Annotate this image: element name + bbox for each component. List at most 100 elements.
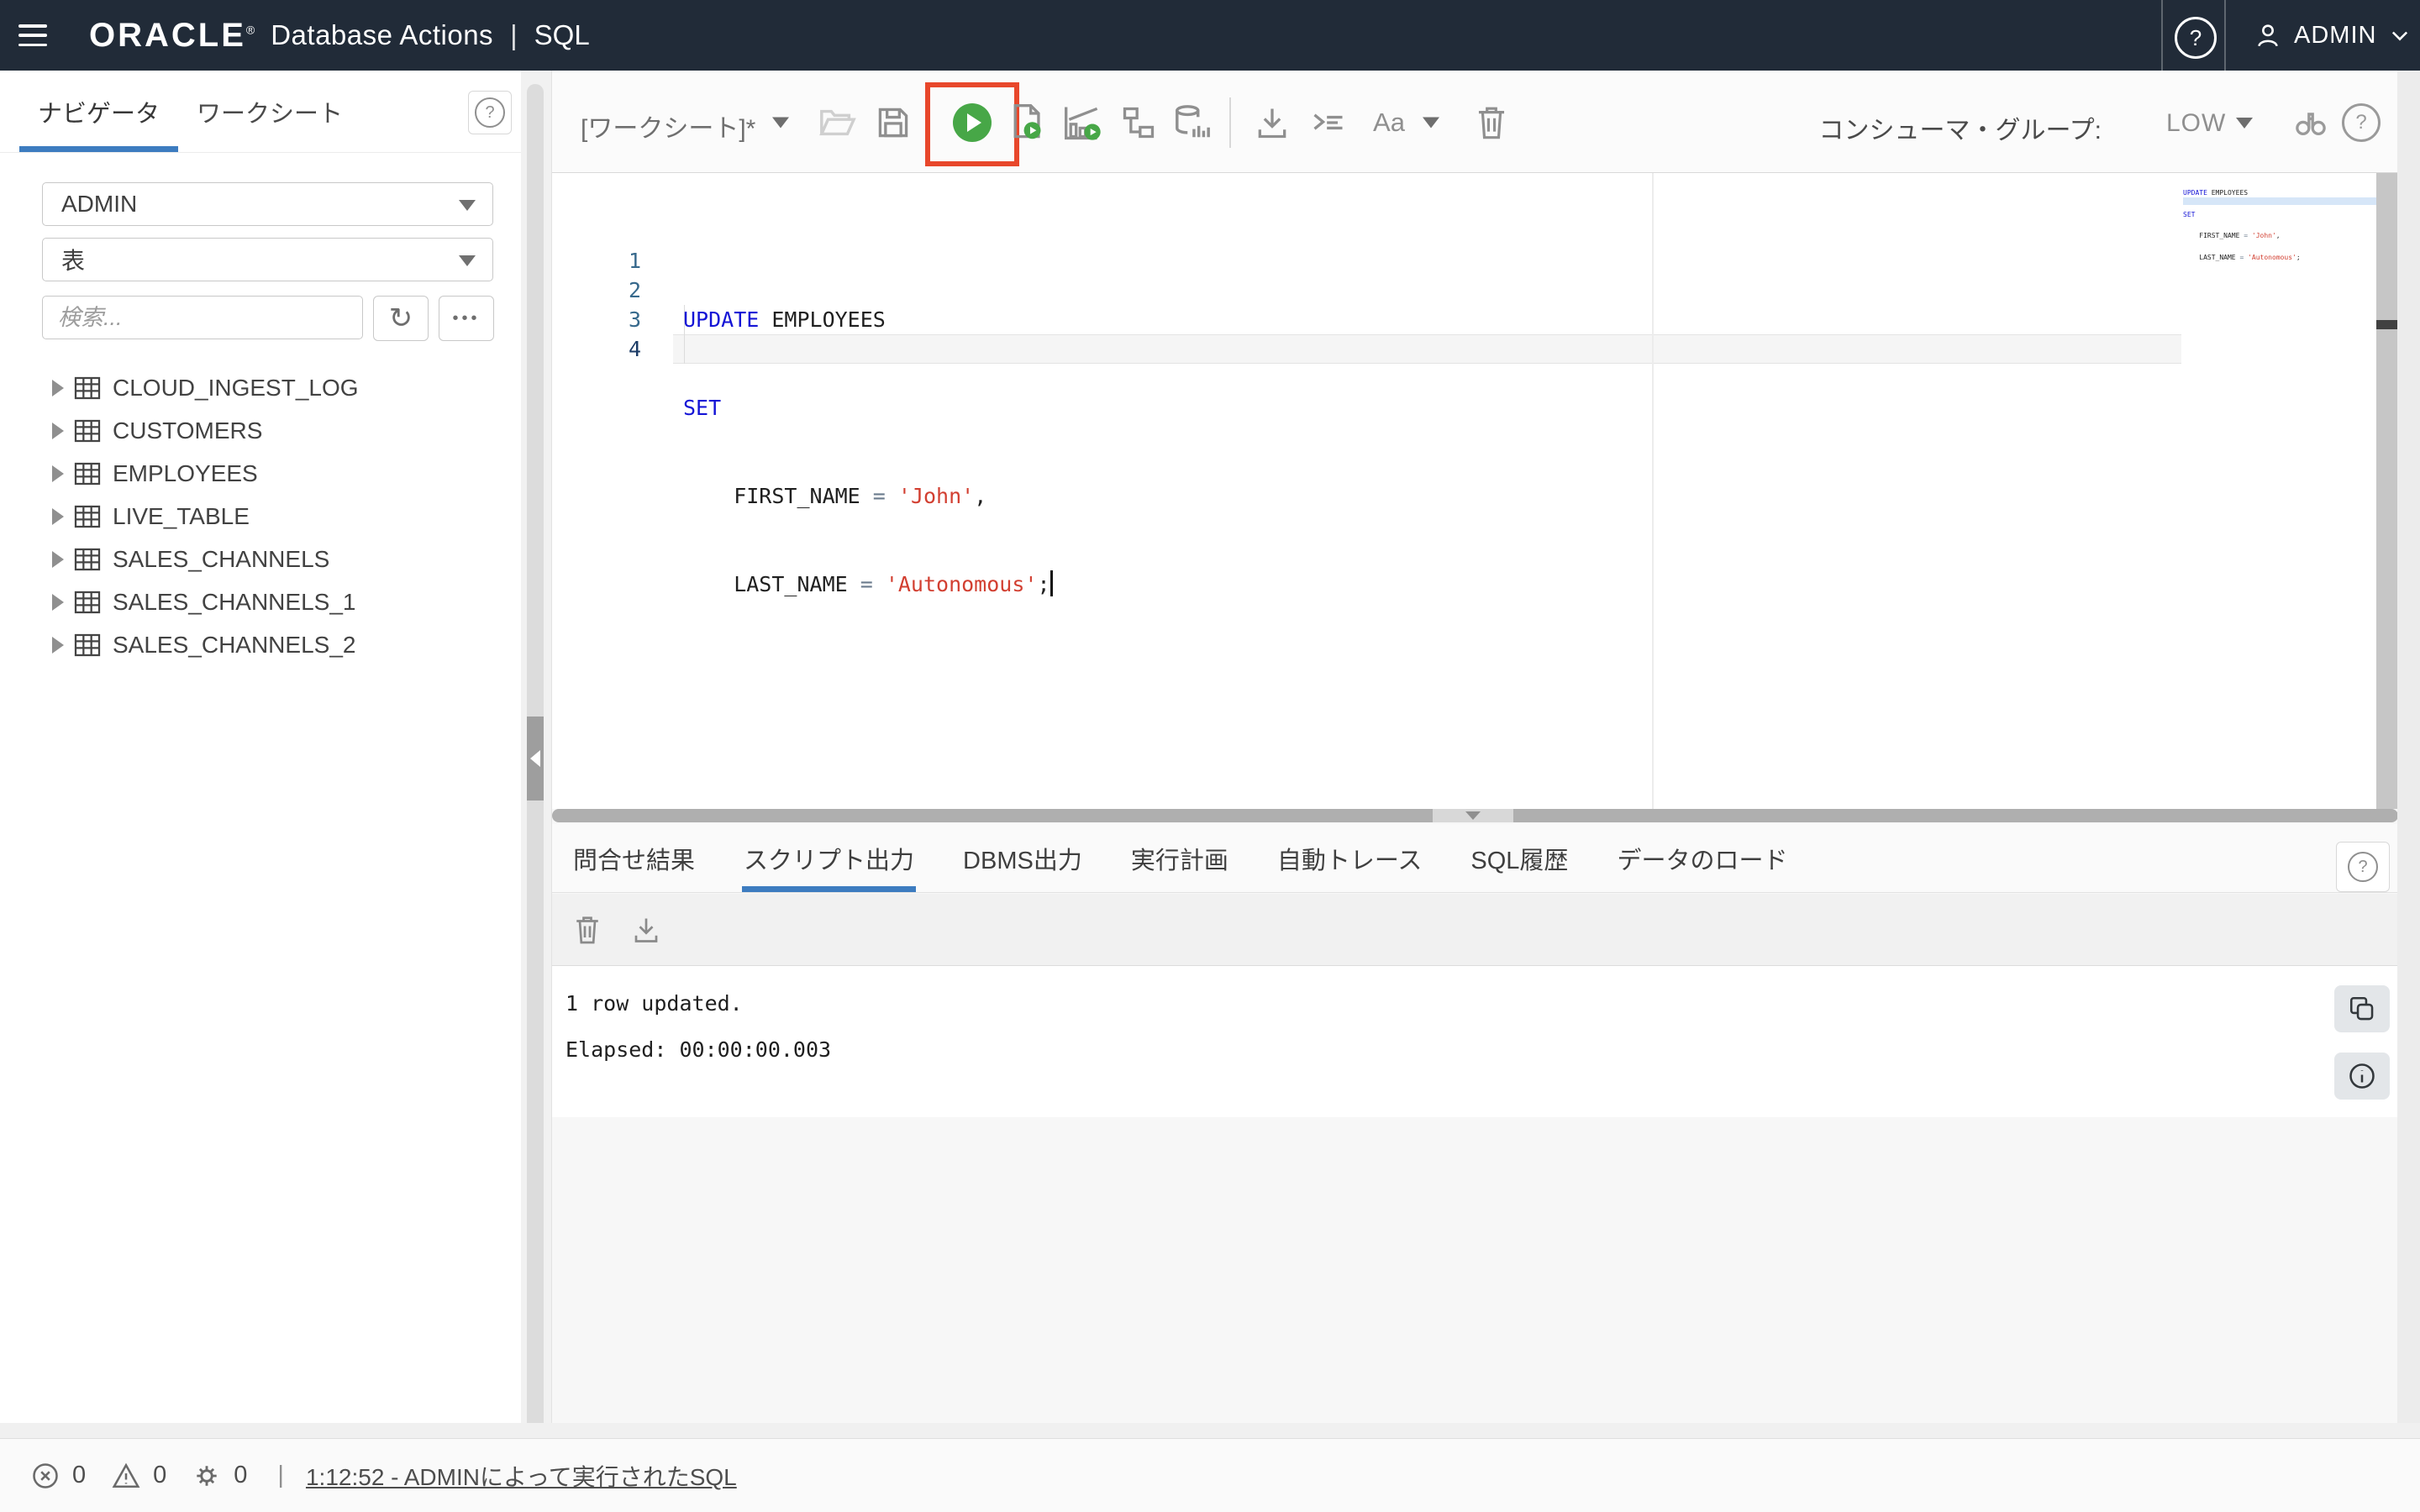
sql-editor[interactable]: 1 2 3 4 UPDATE EMPLOYEES SET FIRST_NAME … — [552, 173, 2376, 809]
object-type-select[interactable]: 表 — [42, 238, 493, 281]
header-divider: | — [510, 19, 518, 51]
chevron-down-icon — [2388, 24, 2412, 47]
run-statement-button[interactable] — [953, 103, 992, 142]
sql-tuning-advisor-button[interactable] — [1173, 103, 1212, 142]
editor-scrollbar[interactable] — [2376, 173, 2398, 809]
panel-splitter[interactable] — [552, 809, 2398, 822]
search-input[interactable] — [42, 296, 363, 339]
run-script-button[interactable] — [1008, 102, 1047, 143]
tab-autotrace[interactable]: 自動トレース — [1276, 824, 1424, 892]
tree-item-live-table[interactable]: LIVE_TABLE — [0, 495, 521, 538]
schema-select[interactable]: ADMIN — [42, 182, 493, 226]
more-options-button[interactable]: ••• — [439, 296, 494, 341]
header-separator — [2224, 0, 2226, 71]
user-name: ADMIN — [2294, 22, 2376, 50]
consumer-group-value[interactable]: LOW — [2166, 109, 2226, 138]
output-tabs: 問合せ結果 スクリプト出力 DBMS出力 実行計画 自動トレース SQL履歴 デ… — [552, 824, 2398, 893]
code-line-4: LAST_NAME = 'Autonomous'; — [683, 570, 1053, 599]
table-icon — [74, 505, 101, 528]
table-tree: CLOUD_INGEST_LOG CUSTOMERS EMPLOYEES LIV… — [0, 366, 521, 666]
format-button[interactable] — [1310, 104, 1347, 141]
tree-item-sales-channels-2[interactable]: SALES_CHANNELS_2 — [0, 623, 521, 666]
toolbar-help-button[interactable]: ? — [2342, 103, 2381, 142]
splitter-collapse-handle[interactable] — [1433, 809, 1513, 822]
tab-data-load[interactable]: データのロード — [1615, 824, 1789, 892]
font-size-button[interactable]: Aa — [1373, 108, 1405, 138]
find-button[interactable] — [2291, 104, 2330, 141]
user-menu[interactable]: ADMIN — [2254, 0, 2412, 71]
tree-item-sales-channels[interactable]: SALES_CHANNELS — [0, 538, 521, 580]
gear-icon — [192, 1461, 222, 1491]
expand-icon[interactable] — [52, 465, 64, 482]
code-line-1: UPDATE EMPLOYEES — [683, 305, 1053, 334]
sidebar: ナビゲータ ワークシート ? ADMIN 表 ↻ ••• CLOUD_INGES… — [0, 71, 521, 1423]
table-icon — [74, 633, 101, 657]
worksheet-selector[interactable]: [ワークシート]* — [581, 108, 755, 144]
table-icon — [74, 548, 101, 571]
header-separator — [2161, 0, 2163, 71]
expand-icon[interactable] — [52, 637, 64, 654]
database-actions-app: ORACLE® Database Actions | SQL ? ADMIN ナ… — [0, 0, 2420, 1512]
sidebar-help-button[interactable]: ? — [468, 91, 512, 134]
status-bar: 0 0 0 | 1:12:52 - ADMINによって実行されたSQL — [0, 1438, 2420, 1512]
expand-icon[interactable] — [52, 423, 64, 439]
header-help-icon[interactable]: ? — [2175, 17, 2217, 59]
tree-item-sales-channels-1[interactable]: SALES_CHANNELS_1 — [0, 580, 521, 623]
code-line-2: SET — [683, 393, 1053, 423]
download-output-button[interactable] — [631, 915, 661, 945]
jobs-indicator[interactable]: 0 — [192, 1461, 247, 1491]
tab-query-result[interactable]: 問合せ結果 — [571, 824, 697, 892]
statusbar-divider: | — [277, 1462, 284, 1489]
tree-item-cloud-ingest-log[interactable]: CLOUD_INGEST_LOG — [0, 366, 521, 409]
output-toolbar — [552, 894, 2398, 966]
download-button[interactable] — [1254, 104, 1291, 141]
worksheet-panel: [ワークシート]* — [551, 71, 2397, 1423]
tab-script-output[interactable]: スクリプト出力 — [742, 824, 916, 892]
tab-worksheet[interactable]: ワークシート — [178, 71, 361, 152]
explain-plan-button[interactable] — [1063, 103, 1103, 142]
tree-item-employees[interactable]: EMPLOYEES — [0, 452, 521, 495]
help-icon: ? — [2348, 852, 2378, 882]
line-numbers: 1 2 3 4 — [552, 246, 641, 364]
font-size-caret-icon[interactable] — [1423, 118, 1439, 129]
autotrace-button[interactable] — [1119, 104, 1158, 141]
hamburger-menu-icon[interactable] — [18, 24, 47, 46]
expand-icon[interactable] — [52, 594, 64, 611]
minimap[interactable]: UPDATE EMPLOYEES SET FIRST_NAME = 'John'… — [2183, 176, 2376, 276]
more-icon: ••• — [452, 309, 480, 328]
expand-icon[interactable] — [52, 380, 64, 396]
copy-output-button[interactable] — [2334, 985, 2390, 1032]
consumer-group-caret-icon[interactable] — [2236, 118, 2253, 129]
warnings-indicator[interactable]: 0 — [111, 1461, 166, 1491]
refresh-button[interactable]: ↻ — [373, 296, 429, 341]
errors-indicator[interactable]: 0 — [30, 1461, 86, 1491]
error-icon — [30, 1461, 60, 1491]
clear-output-button[interactable] — [572, 913, 602, 947]
collapse-down-icon — [1465, 811, 1481, 820]
copy-icon — [2348, 995, 2376, 1023]
open-file-button[interactable] — [818, 103, 856, 142]
output-help-button[interactable]: ? — [2336, 842, 2390, 892]
collapse-left-icon — [530, 750, 540, 767]
output-elapsed: Elapsed: 00:00:00.003 — [566, 1037, 831, 1062]
expand-icon[interactable] — [52, 508, 64, 525]
sidebar-splitter — [521, 71, 551, 1423]
tab-sql-history[interactable]: SQL履歴 — [1469, 824, 1570, 892]
tab-navigator[interactable]: ナビゲータ — [19, 71, 178, 152]
clear-worksheet-button[interactable] — [1473, 103, 1510, 142]
product-name: Database Actions — [271, 19, 493, 51]
tab-dbms-output[interactable]: DBMS出力 — [961, 824, 1084, 892]
tree-item-customers[interactable]: CUSTOMERS — [0, 409, 521, 452]
worksheet-caret-icon[interactable] — [772, 118, 789, 129]
tab-explain-plan[interactable]: 実行計画 — [1129, 824, 1230, 892]
code-area[interactable]: UPDATE EMPLOYEES SET FIRST_NAME = 'John'… — [683, 246, 1053, 658]
table-icon — [74, 462, 101, 486]
sidebar-collapse-handle[interactable] — [527, 717, 544, 801]
save-button[interactable] — [875, 104, 912, 141]
app-name: SQL — [534, 19, 590, 51]
worksheet-toolbar: [ワークシート]* — [552, 71, 2398, 173]
output-info-button[interactable] — [2334, 1053, 2390, 1100]
refresh-icon: ↻ — [389, 304, 413, 333]
expand-icon[interactable] — [52, 551, 64, 568]
last-sql-history-link[interactable]: 1:12:52 - ADMINによって実行されたSQL — [306, 1459, 737, 1493]
